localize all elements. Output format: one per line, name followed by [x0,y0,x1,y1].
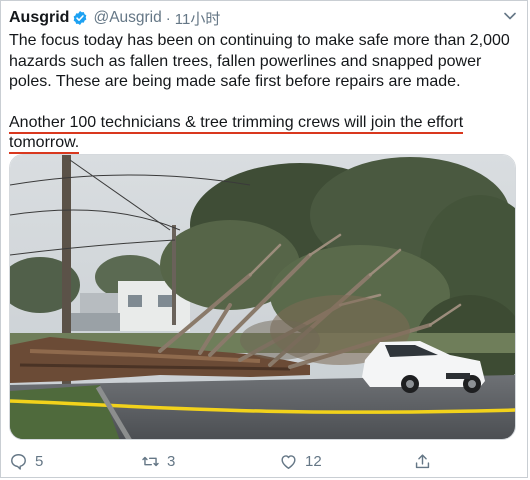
tweet-actions: 5 3 12 [1,450,529,472]
share-button[interactable] [413,450,432,472]
fallen-tree-on-car-image [10,155,515,439]
retweet-icon [142,456,159,466]
tweet-paragraph-1: The focus today has been on continuing t… [9,32,510,90]
tweet-text: The focus today has been on continuing t… [9,31,521,154]
highlighted-line-1: Another 100 technicians & tree trimming … [9,113,464,134]
reply-icon [11,453,26,470]
verified-badge-icon [74,11,87,25]
tweet-card[interactable]: Ausgrid @Ausgrid · 11小时 The focus today … [0,0,528,478]
retweet-button[interactable]: 3 [141,450,175,472]
author-handle[interactable]: @Ausgrid [93,9,161,27]
highlighted-line-2: tomorrow. [9,134,80,154]
author-name[interactable]: Ausgrid [9,9,69,27]
chevron-down-icon[interactable] [503,9,517,23]
tweet-photo[interactable] [9,154,516,440]
tweet-timestamp[interactable]: 11小时 [175,8,221,29]
like-button[interactable]: 12 [279,450,322,472]
heart-icon [281,454,296,469]
retweet-count: 3 [167,452,176,470]
tweet-paragraph-2: Another 100 technicians & tree trimming … [9,113,521,154]
reply-button[interactable]: 5 [9,450,43,472]
header-separator: · [165,9,171,27]
share-icon [415,453,430,468]
reply-count: 5 [35,452,44,470]
tweet-header: Ausgrid @Ausgrid · 11小时 [9,7,220,29]
like-count: 12 [305,452,322,470]
